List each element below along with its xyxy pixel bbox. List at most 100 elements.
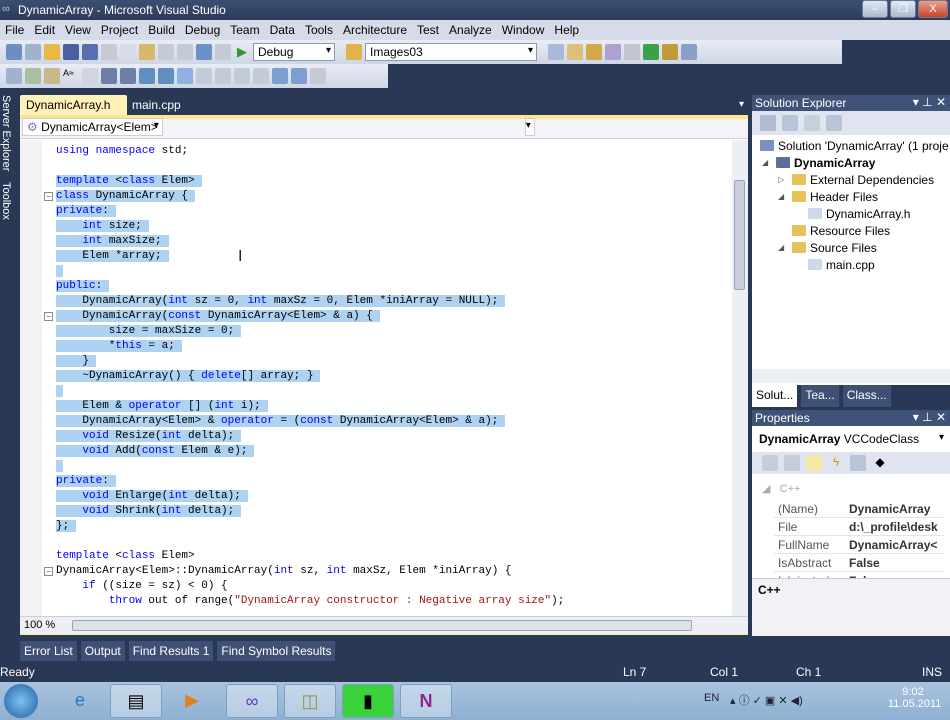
menu-project[interactable]: Project: [96, 23, 143, 37]
vertical-scroll-thumb[interactable]: [734, 180, 745, 290]
menu-view[interactable]: View: [60, 23, 96, 37]
code-line[interactable]: DynamicArray<Elem> & operator = (const D…: [56, 414, 506, 429]
extension-manager-icon[interactable]: [643, 44, 659, 60]
alphabetical-icon[interactable]: [784, 455, 800, 471]
tray-icons[interactable]: ▴ ⓘ ✓ ▣ ✕ ◀): [730, 692, 803, 708]
menu-help[interactable]: Help: [549, 23, 584, 37]
code-line[interactable]: void Add(const Elem & e);: [56, 444, 255, 459]
onenote-icon[interactable]: N: [400, 684, 452, 718]
tree-item[interactable]: ◢ Header Files: [778, 190, 878, 204]
undo-icon[interactable]: [158, 44, 174, 60]
close-button[interactable]: X: [918, 0, 948, 18]
code-line[interactable]: DynamicArray(const DynamicArray<Elem> & …: [56, 309, 380, 324]
paste-icon[interactable]: [139, 44, 155, 60]
categorized-icon[interactable]: [762, 455, 778, 471]
menu-tools[interactable]: Tools: [300, 23, 338, 37]
find-combo[interactable]: Images03: [365, 43, 537, 61]
code-line[interactable]: }: [56, 354, 97, 369]
menu-file[interactable]: File: [0, 23, 29, 37]
property-pages-icon[interactable]: [850, 455, 866, 471]
tab-solution-explorer[interactable]: Solut...: [752, 385, 798, 407]
internet-explorer-icon[interactable]: e: [54, 684, 106, 718]
menu-debug[interactable]: Debug: [180, 23, 225, 37]
find-icon[interactable]: [548, 44, 564, 60]
tab-class-view[interactable]: Class...: [842, 385, 891, 407]
class-view-icon[interactable]: [826, 115, 842, 131]
tab-dynamicarray-h[interactable]: DynamicArray.h ×: [20, 95, 127, 126]
tab-dropdown-icon[interactable]: ▾: [739, 99, 744, 110]
tree-item[interactable]: DynamicArray.h: [808, 207, 910, 221]
menu-team[interactable]: Team: [225, 23, 264, 37]
events-icon[interactable]: ϟ: [828, 455, 844, 471]
code-line[interactable]: template <class Elem>: [56, 549, 195, 564]
object-browser-icon[interactable]: [586, 44, 602, 60]
start-debugging-icon[interactable]: ▶: [234, 44, 250, 60]
code-line[interactable]: class DynamicArray {: [56, 189, 196, 204]
tab-main-cpp[interactable]: main.cpp: [126, 95, 187, 115]
property-row[interactable]: FullName DynamicArray<: [774, 536, 944, 554]
collapse-outline-icon[interactable]: −: [44, 192, 53, 201]
code-line[interactable]: DynamicArray(int sz = 0, int maxSz = 0, …: [56, 294, 506, 309]
navigate-backward-icon[interactable]: [196, 44, 212, 60]
menu-analyze[interactable]: Analyze: [444, 23, 497, 37]
media-player-icon[interactable]: ▶: [166, 684, 218, 718]
class-combo[interactable]: ⚙ DynamicArray<Elem>: [22, 118, 163, 136]
tree-item[interactable]: ▷ External Dependencies: [778, 173, 934, 187]
code-line[interactable]: DynamicArray<Elem>::DynamicArray(int sz,…: [56, 564, 512, 579]
expander-icon[interactable]: ◢: [778, 243, 784, 252]
parameter-info-icon[interactable]: [25, 68, 41, 84]
properties-view-icon[interactable]: [806, 455, 822, 471]
code-line[interactable]: [56, 384, 63, 399]
code-line[interactable]: size = maxSize = 0;: [56, 324, 242, 339]
code-line[interactable]: };: [56, 519, 77, 534]
save-icon[interactable]: [63, 44, 79, 60]
code-line[interactable]: *this = a;: [56, 339, 182, 354]
code-line[interactable]: void Shrink(int delta);: [56, 504, 242, 519]
property-value[interactable]: False: [849, 556, 941, 570]
expander-icon[interactable]: ◢: [762, 158, 768, 167]
code-line[interactable]: throw out of range("DynamicArray constru…: [56, 594, 565, 609]
toolbox-icon[interactable]: [605, 44, 621, 60]
code-line[interactable]: if ((size = sz) < 0) {: [56, 579, 227, 594]
menu-data[interactable]: Data: [265, 23, 300, 37]
properties-window-icon[interactable]: [567, 44, 583, 60]
view-code-icon[interactable]: [804, 115, 820, 131]
tab-find-symbol-results[interactable]: Find Symbol Results: [217, 641, 336, 661]
copy-icon[interactable]: [120, 44, 136, 60]
command-window-icon[interactable]: [681, 44, 697, 60]
horizontal-scrollbar[interactable]: [72, 620, 692, 631]
property-value[interactable]: d:\_profile\desk: [849, 520, 941, 534]
pane-close-icon[interactable]: ▾ ⊥ ✕: [913, 410, 946, 424]
find-in-files-icon[interactable]: [346, 44, 362, 60]
previous-bookmark-doc-icon[interactable]: [272, 68, 288, 84]
code-line[interactable]: using namespace std;: [56, 144, 188, 159]
zoom-level[interactable]: 100 %: [24, 619, 55, 631]
minimize-button[interactable]: –: [862, 0, 888, 18]
object-select[interactable]: DynamicArray VCCodeClass: [754, 430, 948, 448]
navigate-forward-icon[interactable]: [215, 44, 231, 60]
increase-indent-icon[interactable]: [120, 68, 136, 84]
visual-studio-icon[interactable]: ∞: [226, 684, 278, 718]
toggle-bookmark-icon[interactable]: [177, 68, 193, 84]
code-line[interactable]: private:: [56, 474, 116, 489]
pane-close-icon[interactable]: ▾ ⊥ ✕: [913, 95, 946, 109]
tree-item[interactable]: Solution 'DynamicArray' (1 proje: [760, 139, 949, 153]
complete-word-icon[interactable]: A≈: [63, 68, 79, 84]
next-bookmark-icon[interactable]: [215, 68, 231, 84]
collapse-outline-icon[interactable]: −: [44, 312, 53, 321]
properties-icon[interactable]: [760, 115, 776, 131]
expander-icon[interactable]: ▷: [778, 175, 784, 184]
tree-item[interactable]: main.cpp: [808, 258, 875, 272]
tab-team-explorer[interactable]: Tea...: [801, 385, 839, 407]
uncomment-icon[interactable]: [158, 68, 174, 84]
code-line[interactable]: void Enlarge(int delta);: [56, 489, 248, 504]
next-bookmark-folder-icon[interactable]: [253, 68, 269, 84]
save-all-icon[interactable]: [82, 44, 98, 60]
tree-horizontal-scrollbar[interactable]: [752, 369, 950, 383]
cut-icon[interactable]: [101, 44, 117, 60]
show-pages-icon[interactable]: [82, 68, 98, 84]
code-line[interactable]: int maxSize;: [56, 234, 169, 249]
menu-architecture[interactable]: Architecture: [338, 23, 412, 37]
property-row[interactable]: IsAbstract False: [774, 554, 944, 572]
member-combo[interactable]: [524, 118, 535, 136]
